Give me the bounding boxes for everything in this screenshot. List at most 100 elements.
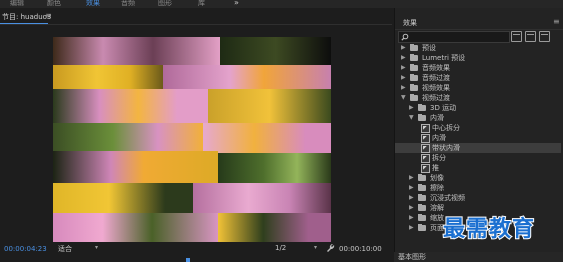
folder-icon (418, 184, 426, 191)
tree-item-label: 溶解 (430, 204, 444, 212)
program-video-frame (53, 37, 331, 242)
folder-icon (410, 74, 418, 81)
transition-effect-icon (421, 154, 430, 163)
tree-item-video-effects[interactable]: ▶ 视频效果 (395, 83, 561, 93)
tree-item-split[interactable]: 拆分 (395, 153, 561, 163)
chevron-right-icon: ▶ (409, 184, 414, 191)
playback-resolution-value: 1/2 (275, 244, 287, 252)
effects-panel-header: 效果 ≡ (395, 16, 563, 30)
transition-effect-icon (421, 134, 430, 143)
tree-item-label: 音频过渡 (422, 74, 450, 82)
folder-icon (410, 54, 418, 61)
tab-audio[interactable]: 音频 (121, 0, 135, 8)
active-tab-underline (0, 23, 48, 24)
tree-item-iris[interactable]: ▶ 划像 (395, 173, 561, 183)
effects-search-input[interactable] (398, 31, 510, 43)
folder-icon (410, 64, 418, 71)
program-monitor-header: 节目: huaduo3 ≡ (0, 8, 392, 25)
tree-item-label: 视频过渡 (422, 94, 450, 102)
tree-item-label: 视频效果 (422, 84, 450, 92)
tree-item-immersive-video[interactable]: ▶ 沉浸式视频 (395, 193, 561, 203)
more-tabs-icon[interactable]: » (234, 0, 239, 7)
tree-item-3d-motion[interactable]: ▶ 3D 运动 (395, 103, 561, 113)
tab-libraries[interactable]: 库 (198, 0, 205, 8)
folder-icon (410, 84, 418, 91)
tree-item-label: 中心拆分 (432, 124, 460, 132)
accelerated-effects-icon[interactable] (511, 31, 522, 42)
tree-item-push[interactable]: 推 (395, 163, 561, 173)
playhead-marker[interactable] (186, 258, 190, 262)
tree-item-label: 擦除 (430, 184, 444, 192)
chevron-right-icon: ▶ (409, 204, 414, 211)
folder-icon (418, 114, 426, 121)
tree-item-label: 推 (432, 164, 439, 172)
essential-graphics-tab[interactable]: 基本图形 (394, 252, 563, 262)
transition-effect-icon (421, 164, 430, 173)
chevron-down-icon: ▼ (401, 94, 406, 101)
panel-menu-icon[interactable]: ≡ (553, 17, 560, 26)
chevron-right-icon: ▶ (401, 44, 406, 51)
tree-item-label: 预设 (422, 44, 436, 52)
tab-color[interactable]: 颜色 (47, 0, 61, 8)
tree-item-label: 内滑 (430, 114, 444, 122)
chevron-right-icon: ▶ (409, 104, 414, 111)
tree-item-label: 缩放 (430, 214, 444, 222)
folder-icon (418, 174, 426, 181)
transition-effect-icon (421, 124, 430, 133)
folder-icon (410, 44, 418, 51)
tree-item-audio-effects[interactable]: ▶ 音频效果 (395, 63, 561, 73)
folder-icon (418, 224, 426, 231)
tree-item-audio-transitions[interactable]: ▶ 音频过渡 (395, 73, 561, 83)
chevron-right-icon: ▶ (409, 214, 414, 221)
tree-item-video-transitions[interactable]: ▼ 视频过渡 (395, 93, 561, 103)
yuv-effects-icon[interactable] (539, 31, 550, 42)
chevron-down-icon: ▾ (94, 244, 98, 251)
chevron-right-icon: ▶ (409, 194, 414, 201)
watermark-logo: 最需教育 (442, 216, 536, 243)
program-monitor-title[interactable]: 节目: huaduo3 (2, 12, 51, 22)
workspace-tabs: 编辑 颜色 效果 音频 图形 库 » (0, 0, 563, 10)
folder-icon (418, 204, 426, 211)
tree-item-center-split[interactable]: 中心拆分 (395, 123, 561, 133)
folder-icon (418, 104, 426, 111)
effects-panel-title[interactable]: 效果 (403, 18, 417, 28)
chevron-right-icon: ▶ (409, 174, 414, 181)
wrench-icon[interactable] (326, 243, 335, 253)
tree-item-lumetri-presets[interactable]: ▶ Lumetri 预设 (395, 53, 561, 63)
tree-item-label: Lumetri 预设 (422, 54, 466, 62)
tree-item-label: 音频效果 (422, 64, 450, 72)
duration-timecode: 00:00:10:00 (339, 245, 382, 253)
tree-item-wipe[interactable]: ▶ 擦除 (395, 183, 561, 193)
zoom-fit-value: 适合 (58, 245, 72, 253)
tree-item-label: 划像 (430, 174, 444, 182)
chevron-right-icon: ▶ (409, 224, 414, 231)
zoom-fit-dropdown[interactable]: 适合 ▾ (58, 244, 100, 255)
folder-icon (410, 94, 418, 101)
search-icon (401, 33, 409, 41)
chevron-right-icon: ▶ (401, 74, 406, 81)
tree-item-slide-effect[interactable]: 内滑 (395, 133, 561, 143)
tree-item-label: 内滑 (432, 134, 446, 142)
current-timecode[interactable]: 00:00:04:23 (4, 245, 47, 253)
folder-icon (418, 214, 426, 221)
panel-menu-icon[interactable]: ≡ (45, 11, 52, 20)
tree-item-slide[interactable]: ▼ 内滑 (395, 113, 561, 123)
tab-effects[interactable]: 效果 (86, 0, 100, 10)
header-divider (395, 29, 563, 30)
chevron-down-icon: ▾ (313, 244, 317, 251)
tab-edit[interactable]: 编辑 (10, 0, 24, 8)
essential-graphics-label: 基本图形 (398, 253, 426, 261)
chevron-right-icon: ▶ (401, 64, 406, 71)
tree-item-label: 沉浸式视频 (430, 194, 465, 202)
transition-effect-icon (421, 144, 430, 153)
tab-graphics[interactable]: 图形 (158, 0, 172, 8)
32bit-effects-icon[interactable] (525, 31, 536, 42)
tree-item-band-slide[interactable]: 带状内滑 (395, 143, 561, 153)
tree-item-label: 3D 运动 (430, 104, 457, 112)
playback-resolution-dropdown[interactable]: 1/2 ▾ (275, 244, 319, 255)
tree-item-presets[interactable]: ▶ 预设 (395, 43, 561, 53)
chevron-down-icon: ▼ (409, 114, 414, 121)
folder-icon (418, 194, 426, 201)
tree-item-label: 带状内滑 (432, 144, 460, 152)
tree-item-label: 拆分 (432, 154, 446, 162)
